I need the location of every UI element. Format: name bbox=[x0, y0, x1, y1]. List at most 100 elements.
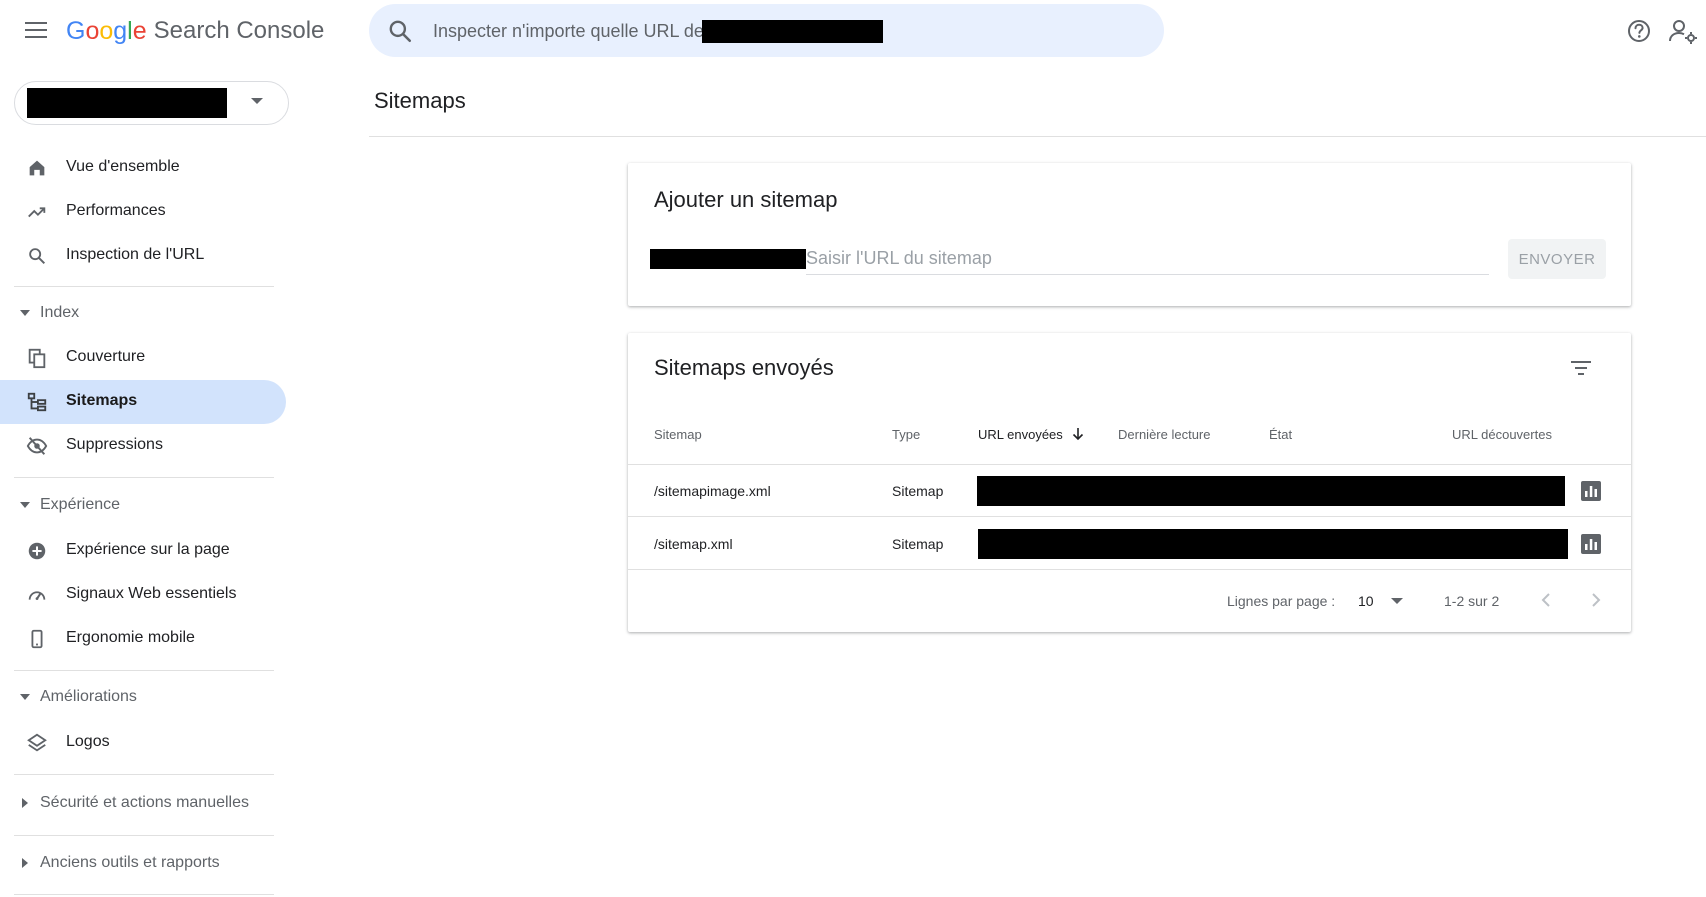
column-header-type[interactable]: Type bbox=[892, 427, 920, 442]
layers-icon bbox=[27, 733, 47, 752]
sidebar-divider bbox=[14, 477, 274, 478]
sidebar-item-label: Sitemaps bbox=[66, 392, 138, 409]
sidebar-section-security[interactable]: Sécurité et actions manuelles bbox=[0, 789, 286, 819]
sidebar-divider bbox=[14, 286, 274, 287]
expand-right-icon bbox=[22, 798, 28, 808]
sitemap-icon bbox=[27, 392, 47, 412]
sidebar-item-core-web-vitals[interactable]: Signaux Web essentiels bbox=[0, 573, 286, 617]
sidebar-item-label: Ergonomie mobile bbox=[66, 629, 195, 646]
dropdown-caret-icon bbox=[251, 98, 263, 104]
sidebar-item-url-inspection[interactable]: Inspection de l'URL bbox=[0, 234, 286, 278]
filter-button[interactable] bbox=[1564, 351, 1598, 385]
copy-icon bbox=[28, 348, 46, 369]
sidebar: Vue d'ensemble Performances Inspection d… bbox=[0, 62, 290, 897]
column-header-status[interactable]: État bbox=[1269, 427, 1292, 442]
expand-right-icon bbox=[22, 858, 28, 868]
property-selector[interactable] bbox=[14, 81, 289, 125]
bar-chart-icon[interactable] bbox=[1580, 480, 1602, 502]
sidebar-section-enhancements[interactable]: Améliorations bbox=[0, 683, 286, 713]
home-icon bbox=[29, 160, 45, 176]
url-inspection-search[interactable]: Inspecter n'importe quelle URL de bbox=[369, 4, 1164, 57]
sidebar-divider bbox=[14, 670, 274, 671]
sidebar-item-sitemaps[interactable]: Sitemaps bbox=[0, 380, 286, 424]
sitemap-path[interactable]: /sitemap.xml bbox=[654, 536, 733, 552]
logo-letter: o bbox=[85, 16, 100, 45]
add-sitemap-card: Ajouter un sitemap ENVOYER bbox=[628, 163, 1631, 306]
column-header-submitted-urls[interactable]: URL envoyées bbox=[978, 427, 1084, 442]
sidebar-item-logos[interactable]: Logos bbox=[0, 721, 286, 765]
logo-letter: G bbox=[66, 16, 86, 45]
sidebar-item-label: Logos bbox=[66, 733, 110, 750]
sidebar-section-index[interactable]: Index bbox=[0, 299, 286, 329]
redacted-property-domain bbox=[702, 20, 883, 43]
search-icon bbox=[389, 20, 412, 43]
smartphone-icon bbox=[31, 629, 43, 649]
expand-down-icon bbox=[20, 502, 30, 508]
redacted-site-prefix bbox=[650, 249, 806, 269]
sort-descending-icon bbox=[1073, 428, 1084, 441]
search-placeholder: Inspecter n'importe quelle URL de bbox=[433, 21, 704, 41]
sidebar-item-page-experience[interactable]: Expérience sur la page bbox=[0, 529, 286, 573]
pagination-range: 1-2 sur 2 bbox=[1444, 593, 1500, 609]
submitted-sitemaps-title: Sitemaps envoyés bbox=[654, 355, 834, 380]
plus-circle-icon bbox=[28, 542, 46, 560]
sidebar-item-label: Couverture bbox=[66, 348, 146, 365]
submitted-sitemaps-card: Sitemaps envoyés Sitemap Type URL envoyé… bbox=[628, 333, 1631, 632]
top-bar: Google Search Console Inspecter n'import… bbox=[0, 0, 1706, 62]
submit-sitemap-button[interactable]: ENVOYER bbox=[1508, 239, 1606, 279]
redacted-property-name bbox=[27, 88, 227, 118]
page-title: Sitemaps bbox=[374, 88, 466, 113]
google-search-console-logo[interactable]: Google Search Console bbox=[66, 14, 324, 48]
bar-chart-icon[interactable] bbox=[1580, 533, 1602, 555]
sidebar-item-performance[interactable]: Performances bbox=[0, 190, 286, 234]
add-sitemap-title: Ajouter un sitemap bbox=[654, 187, 838, 212]
column-header-last-read[interactable]: Dernière lecture bbox=[1118, 427, 1211, 442]
title-divider bbox=[369, 136, 1706, 137]
section-label: Index bbox=[40, 304, 80, 321]
sidebar-item-overview[interactable]: Vue d'ensemble bbox=[0, 146, 286, 190]
next-page-icon[interactable] bbox=[1582, 587, 1608, 613]
logo-letter: g bbox=[113, 16, 128, 45]
column-header-label: URL envoyées bbox=[978, 427, 1063, 442]
rows-per-page-select[interactable]: 10 bbox=[1358, 593, 1374, 609]
filter-icon bbox=[1571, 361, 1591, 375]
rows-per-page-label: Lignes par page : bbox=[1227, 593, 1336, 609]
expand-down-icon bbox=[20, 310, 30, 316]
sidebar-divider bbox=[14, 835, 274, 836]
sidebar-item-removals[interactable]: Suppressions bbox=[0, 424, 286, 468]
sidebar-item-label: Signaux Web essentiels bbox=[66, 585, 237, 602]
sitemap-url-input[interactable] bbox=[806, 243, 1489, 275]
logo-letter: o bbox=[99, 16, 114, 45]
sidebar-section-experience[interactable]: Expérience bbox=[0, 491, 286, 521]
sidebar-section-legacy-tools[interactable]: Anciens outils et rapports bbox=[0, 849, 286, 879]
sitemap-type: Sitemap bbox=[892, 483, 944, 499]
sidebar-divider bbox=[14, 894, 274, 895]
row-divider bbox=[628, 516, 1631, 517]
previous-page-icon[interactable] bbox=[1534, 587, 1560, 613]
dropdown-caret-icon[interactable] bbox=[1391, 598, 1403, 604]
row-divider bbox=[628, 464, 1631, 465]
sidebar-item-coverage[interactable]: Couverture bbox=[0, 336, 286, 380]
sidebar-item-mobile-usability[interactable]: Ergonomie mobile bbox=[0, 617, 286, 661]
main-menu-button[interactable] bbox=[20, 16, 52, 44]
help-icon bbox=[1628, 20, 1650, 42]
hamburger-menu-icon bbox=[25, 22, 47, 38]
expand-down-icon bbox=[20, 694, 30, 700]
sidebar-item-label: Suppressions bbox=[66, 436, 163, 453]
speedometer-icon bbox=[28, 591, 46, 601]
section-label: Expérience bbox=[40, 496, 121, 513]
column-header-sitemap[interactable]: Sitemap bbox=[654, 427, 702, 442]
user-settings-icon bbox=[1669, 20, 1697, 44]
product-name: Search Console bbox=[153, 17, 325, 44]
section-label: Anciens outils et rapports bbox=[40, 854, 220, 871]
logo-letter: e bbox=[132, 16, 147, 45]
redacted-row-values bbox=[977, 476, 1565, 506]
user-settings-button[interactable] bbox=[1666, 14, 1700, 48]
sidebar-item-label: Vue d'ensemble bbox=[66, 158, 180, 175]
sidebar-item-label: Performances bbox=[66, 202, 166, 219]
section-label: Sécurité et actions manuelles bbox=[40, 794, 249, 811]
help-button[interactable] bbox=[1622, 14, 1656, 48]
sitemap-path[interactable]: /sitemapimage.xml bbox=[654, 483, 771, 499]
sidebar-divider bbox=[14, 774, 274, 775]
column-header-discovered-urls[interactable]: URL découvertes bbox=[1452, 427, 1552, 442]
